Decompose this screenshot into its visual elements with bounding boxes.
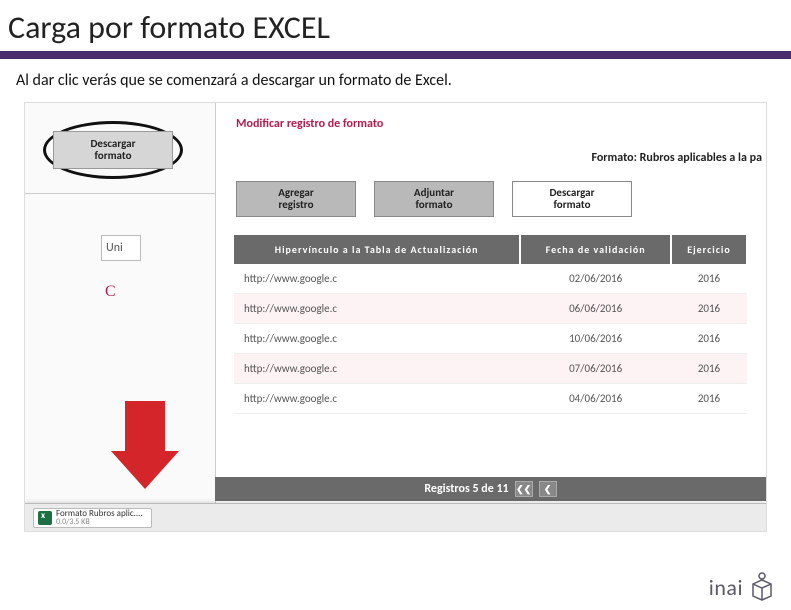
- highlight-circle: Descargar formato: [43, 121, 183, 179]
- formato-line: Formato: Rubros aplicables a la pa: [216, 137, 766, 175]
- agregar-l2: registro: [278, 199, 313, 211]
- cell-fecha: 06/06/2016: [520, 294, 671, 324]
- adjuntar-formato-button[interactable]: Adjuntar formato: [374, 181, 494, 217]
- logo-cube-icon: [749, 572, 775, 602]
- table-row[interactable]: http://www.google.c 07/06/2016 2016: [234, 354, 747, 384]
- cell-ej: 2016: [671, 294, 747, 324]
- table-row[interactable]: http://www.google.c 06/06/2016 2016: [234, 294, 747, 324]
- inai-logo: inai: [709, 572, 775, 602]
- action-button-row: Agregar registro Adjuntar formato Descar…: [216, 175, 766, 231]
- pager-prev-icon[interactable]: ❮: [539, 481, 557, 497]
- descargar-formato-button[interactable]: Descargar formato: [53, 131, 173, 169]
- cell-ej: 2016: [671, 384, 747, 414]
- cell-link: http://www.google.c: [234, 264, 520, 294]
- pagination-bar: Registros 5 de 11 ❮❮ ❮: [215, 477, 766, 501]
- descargar-formato-button-panel[interactable]: Descargar formato: [512, 181, 632, 217]
- cell-link: http://www.google.c: [234, 384, 520, 414]
- excel-file-icon: [38, 511, 52, 525]
- cell-ej: 2016: [671, 324, 747, 354]
- slide-title: Carga por formato EXCEL: [8, 8, 783, 47]
- descargar-l2: formato: [94, 150, 131, 162]
- browser-download-strip: Formato Rubros aplic.... 0.0/3.5 KB: [25, 503, 766, 531]
- main-panel: Modificar registro de formato Formato: R…: [215, 103, 766, 531]
- cell-fecha: 04/06/2016: [520, 384, 671, 414]
- cell-fecha: 10/06/2016: [520, 324, 671, 354]
- download-filesize: 0.0/3.5 KB: [56, 518, 143, 526]
- adjuntar-l2: formato: [415, 199, 452, 211]
- cell-fecha: 02/06/2016: [520, 264, 671, 294]
- divider: [25, 193, 215, 194]
- table-row[interactable]: http://www.google.c 02/06/2016 2016: [234, 264, 747, 294]
- col-fecha[interactable]: Fecha de validación: [520, 235, 671, 264]
- table-row[interactable]: http://www.google.c 04/06/2016 2016: [234, 384, 747, 414]
- download-chip[interactable]: Formato Rubros aplic.... 0.0/3.5 KB: [33, 508, 152, 528]
- panel-title: Modificar registro de formato: [216, 111, 766, 137]
- cell-ej: 2016: [671, 354, 747, 384]
- slide-subtitle: Al dar clic verás que se comenzará a des…: [0, 59, 791, 98]
- descargar-panel-l2: formato: [553, 199, 590, 211]
- col-ejercicio[interactable]: Ejercicio: [671, 235, 747, 264]
- cell-ej: 2016: [671, 264, 747, 294]
- cropped-uni-field: Uni: [101, 235, 141, 261]
- logo-text: inai: [709, 574, 743, 601]
- arrow-down-icon: [115, 401, 175, 491]
- cell-link: http://www.google.c: [234, 324, 520, 354]
- screenshot-area: Descargar formato Uni C Modificar regist…: [24, 102, 767, 532]
- cell-fecha: 07/06/2016: [520, 354, 671, 384]
- agregar-registro-button[interactable]: Agregar registro: [236, 181, 356, 217]
- registros-count: Registros 5 de 11: [424, 482, 508, 496]
- cell-link: http://www.google.c: [234, 294, 520, 324]
- pager-first-icon[interactable]: ❮❮: [515, 481, 533, 497]
- cell-link: http://www.google.c: [234, 354, 520, 384]
- cropped-c-letter: C: [105, 283, 116, 301]
- col-hipervinculo[interactable]: Hipervínculo a la Tabla de Actualización: [234, 235, 520, 264]
- slide-title-bar: Carga por formato EXCEL: [0, 0, 791, 59]
- data-table: Hipervínculo a la Tabla de Actualización…: [234, 235, 748, 414]
- table-row[interactable]: http://www.google.c 10/06/2016 2016: [234, 324, 747, 354]
